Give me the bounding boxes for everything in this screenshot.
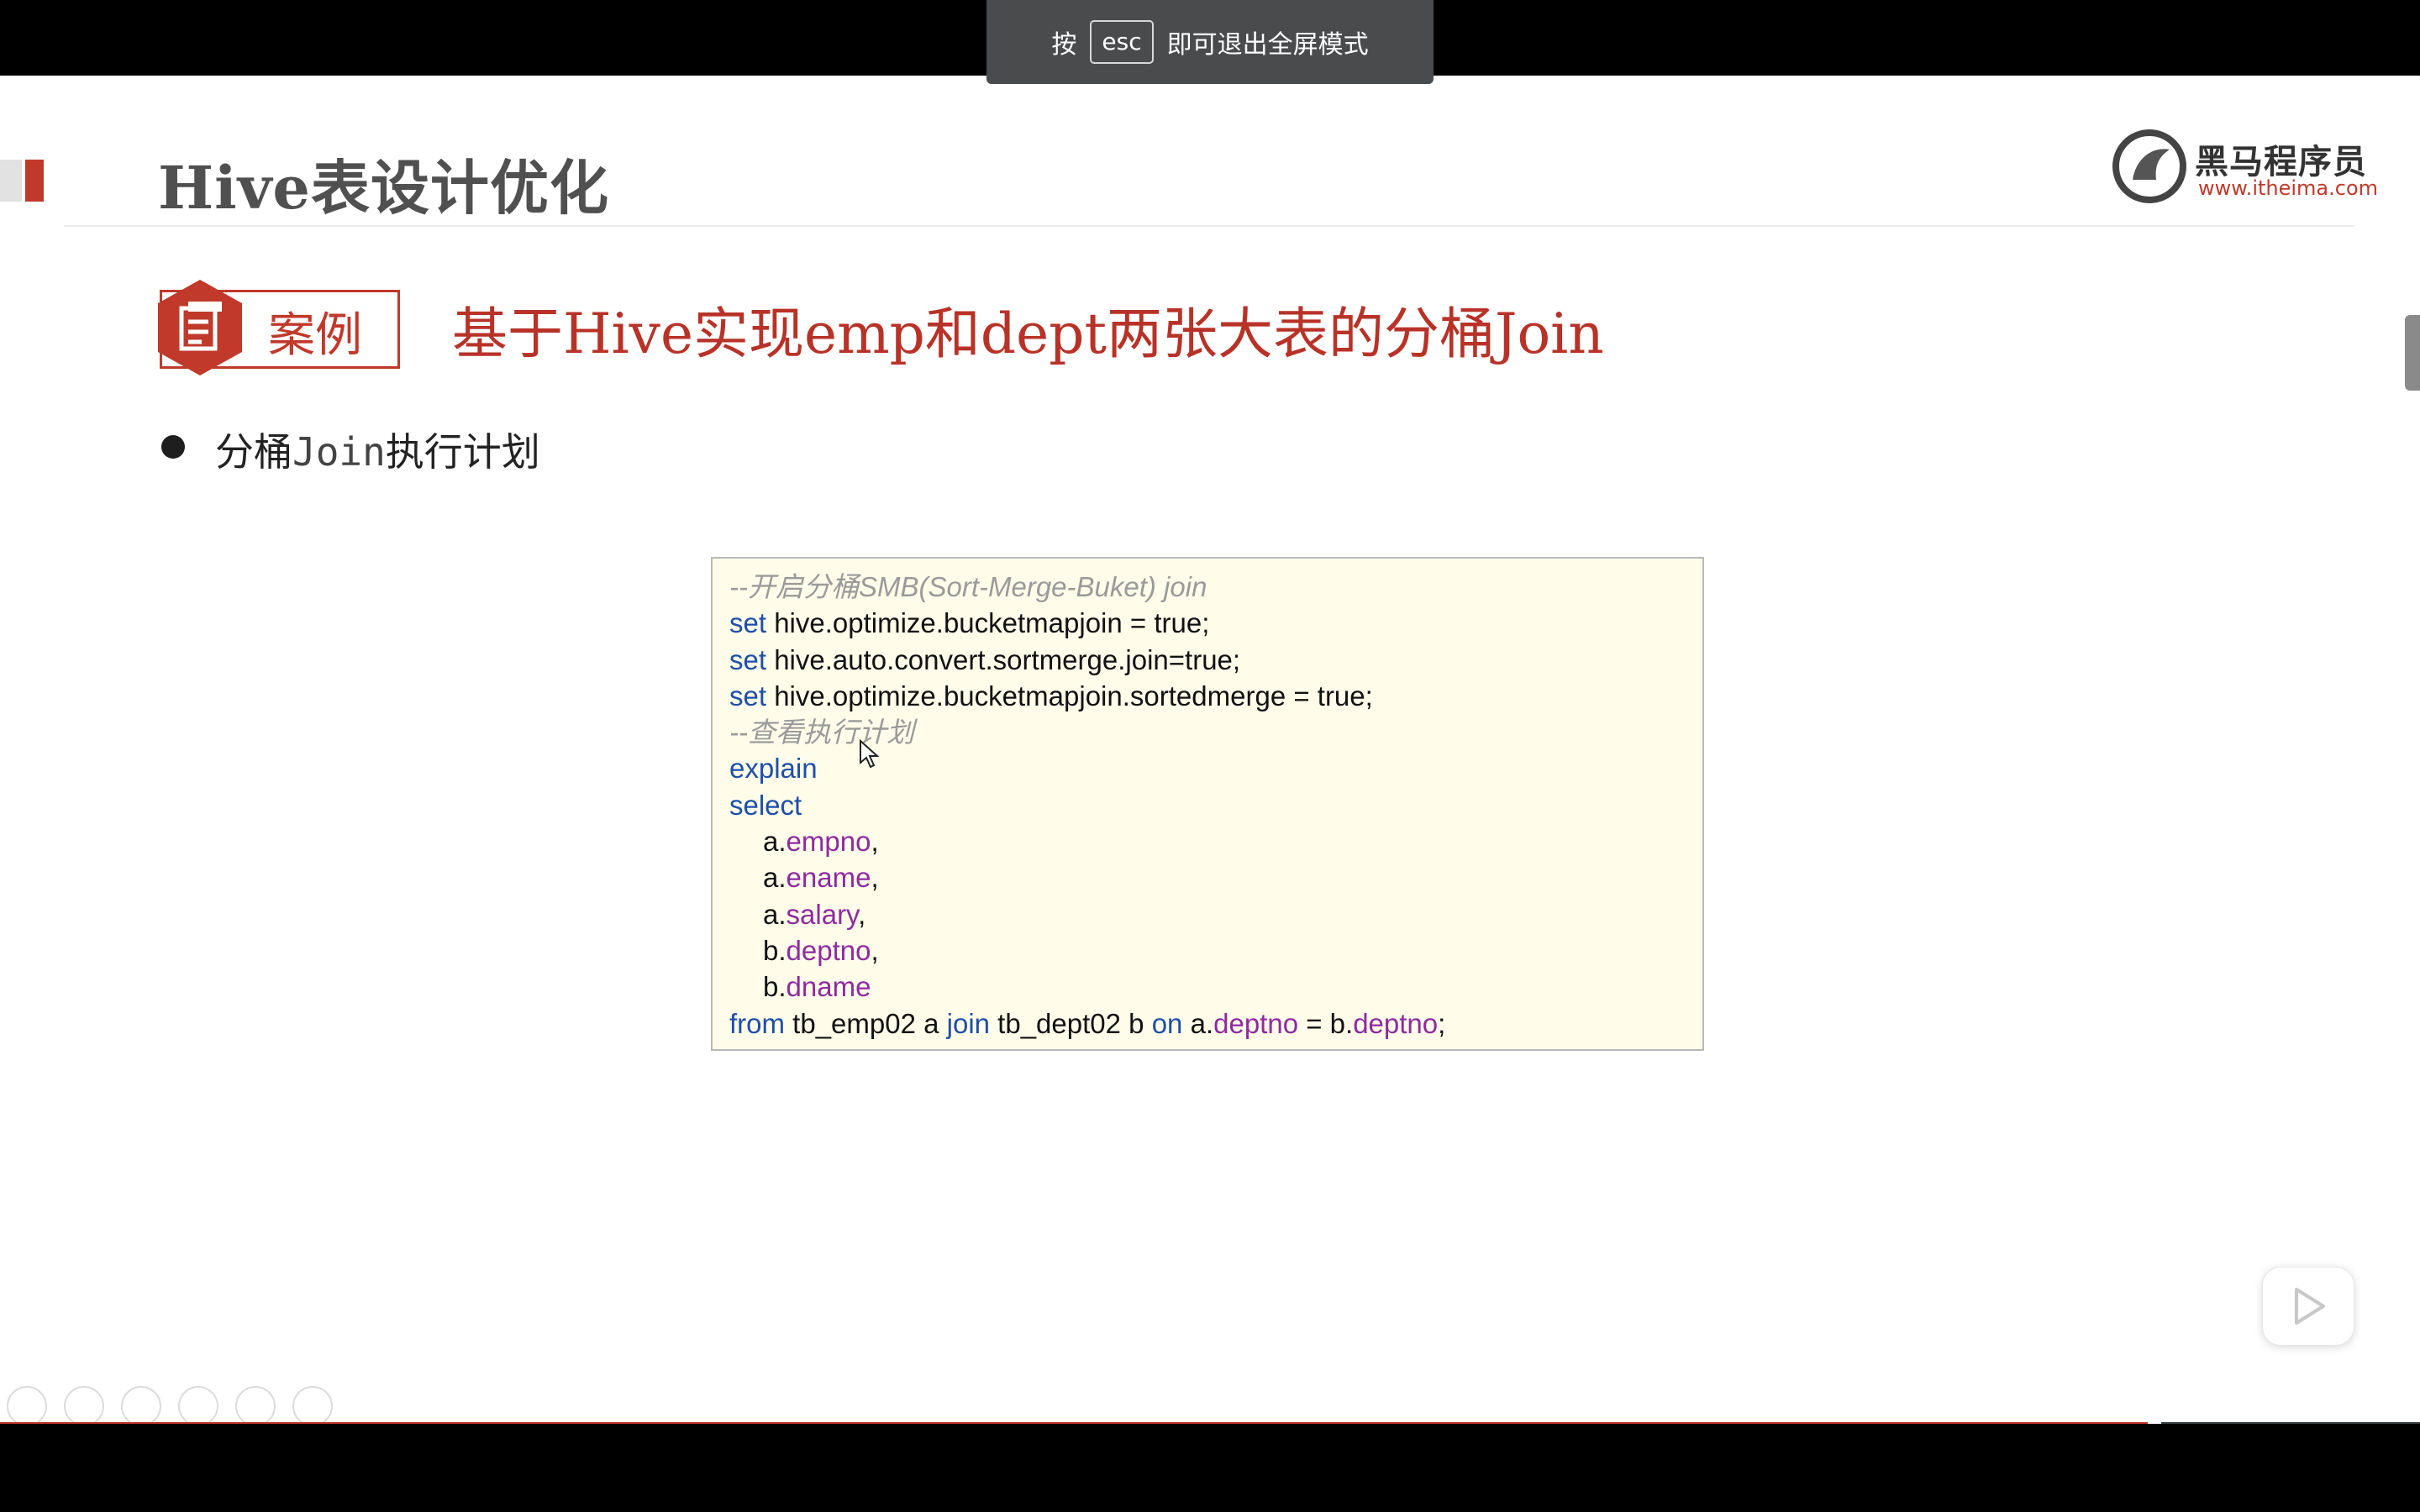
bottom-black-bar xyxy=(0,1437,2420,1512)
bullet-text: 分桶Join执行计划 xyxy=(215,429,540,475)
fullscreen-exit-toast: 按 esc 即可退出全屏模式 xyxy=(986,0,1434,84)
esc-key: esc xyxy=(1090,20,1154,64)
code-line: set hive.auto.convert.sortmerge.join=tru… xyxy=(729,643,1241,675)
title-accent-bar xyxy=(25,160,44,202)
zoom-icon[interactable] xyxy=(235,1386,276,1424)
code-comment: --开启分桶SMB(Sort-Merge-Buket) join xyxy=(729,571,1207,602)
mouse-cursor-icon xyxy=(860,739,880,769)
slides-icon[interactable] xyxy=(178,1386,218,1424)
presentation-slide: Hive表设计优化 黑马程序员 www.itheima.com 案例 基于Hiv… xyxy=(0,76,2420,1424)
case-title: 基于Hive实现emp和dept两张大表的分桶Join xyxy=(452,302,1604,366)
pen-icon[interactable] xyxy=(121,1386,161,1424)
more-icon[interactable] xyxy=(292,1386,333,1424)
next-icon[interactable] xyxy=(64,1386,104,1424)
code-field-line: b.dname xyxy=(763,971,871,1003)
brand-logo: 黑马程序员 www.itheima.com xyxy=(2111,128,2380,215)
title-accent-gray xyxy=(0,160,22,202)
bullet-dot xyxy=(161,435,185,459)
progress-bar-filled xyxy=(0,1422,2148,1424)
play-icon xyxy=(2295,1288,2325,1325)
code-line: from tb_emp02 a join tb_dept02 b on a.de… xyxy=(729,1007,1446,1039)
toast-prefix: 按 xyxy=(1051,30,1077,60)
slide-controls xyxy=(7,1386,333,1424)
horse-logo-icon xyxy=(2112,129,2186,203)
code-line: set hive.optimize.bucketmapjoin = true; xyxy=(729,607,1210,639)
document-icon xyxy=(158,280,242,375)
title-divider xyxy=(64,225,2354,227)
code-line: set hive.optimize.bucketmapjoin.sortedme… xyxy=(729,680,1373,711)
logo-url: www.itheima.com xyxy=(2198,176,2379,200)
side-scroll-tab[interactable] xyxy=(2405,315,2420,391)
prev-icon[interactable] xyxy=(7,1386,47,1424)
code-block: --开启分桶SMB(Sort-Merge-Buket) join set hiv… xyxy=(711,557,1704,1051)
case-label: 案例 xyxy=(268,308,362,363)
toast-suffix: 即可退出全屏模式 xyxy=(1166,30,1369,60)
code-field-line: b.deptno, xyxy=(763,934,879,966)
code-field-line: a.salary, xyxy=(763,898,866,930)
code-line: select xyxy=(729,789,802,821)
page-title: Hive表设计优化 xyxy=(158,153,609,223)
code-field-line: a.ename, xyxy=(763,862,879,894)
progress-bar-remaining xyxy=(2161,1422,2420,1424)
code-field-line: a.empno, xyxy=(763,826,879,858)
play-button[interactable] xyxy=(2262,1267,2354,1346)
